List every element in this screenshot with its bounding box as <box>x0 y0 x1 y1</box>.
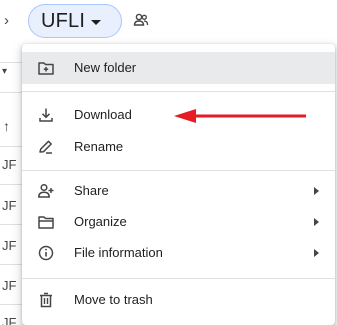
list-item[interactable]: JF <box>2 278 16 293</box>
new-folder-icon <box>38 62 54 75</box>
chevron-down-icon <box>91 19 102 25</box>
menu-divider <box>22 91 335 92</box>
people-icon[interactable] <box>133 12 149 28</box>
chevron-right-icon <box>314 187 319 195</box>
chevron-right-icon <box>314 249 319 257</box>
menu-item-label: New folder <box>74 60 137 75</box>
menu-item-label: File information <box>74 245 163 260</box>
menu-item-new-folder[interactable]: New folder <box>22 52 335 84</box>
info-icon <box>38 245 54 261</box>
menu-item-label: Organize <box>74 214 127 229</box>
red-arrow-annotation <box>174 109 306 123</box>
menu-item-file-information[interactable]: File information <box>22 237 335 269</box>
menu-divider <box>22 170 335 171</box>
list-item[interactable]: JF <box>2 157 16 172</box>
menu-item-label: Download <box>74 107 132 122</box>
breadcrumb-separator: › <box>4 12 9 29</box>
menu-item-rename[interactable]: Rename <box>22 131 335 163</box>
menu-divider <box>22 278 335 279</box>
drive-screen: › UFLI ▾ ↑ JF JF JF JF JF New folder Dow… <box>0 0 337 325</box>
person-add-icon <box>38 183 54 198</box>
menu-item-label: Rename <box>74 139 124 154</box>
menu-item-organize[interactable]: Organize <box>22 206 335 238</box>
list-item[interactable]: JF <box>2 238 16 253</box>
chevron-down-icon[interactable]: ▾ <box>2 66 7 77</box>
folder-icon <box>38 216 54 229</box>
arrow-up-icon[interactable]: ↑ <box>3 118 10 134</box>
folder-name: UFLI <box>41 9 86 32</box>
menu-item-share[interactable]: Share <box>22 175 335 207</box>
trash-icon <box>40 292 52 308</box>
folder-dropdown-button[interactable]: UFLI <box>28 4 122 38</box>
list-item[interactable]: JF <box>2 315 16 325</box>
context-menu: New folder Download Rename Share Organiz… <box>22 44 335 325</box>
list-item[interactable]: JF <box>2 198 16 213</box>
menu-item-move-to-trash[interactable]: Move to trash <box>22 284 335 316</box>
download-icon <box>39 108 53 122</box>
pencil-icon <box>39 140 52 154</box>
chevron-right-icon <box>314 218 319 226</box>
menu-item-label: Move to trash <box>74 292 153 307</box>
menu-item-label: Share <box>74 183 109 198</box>
